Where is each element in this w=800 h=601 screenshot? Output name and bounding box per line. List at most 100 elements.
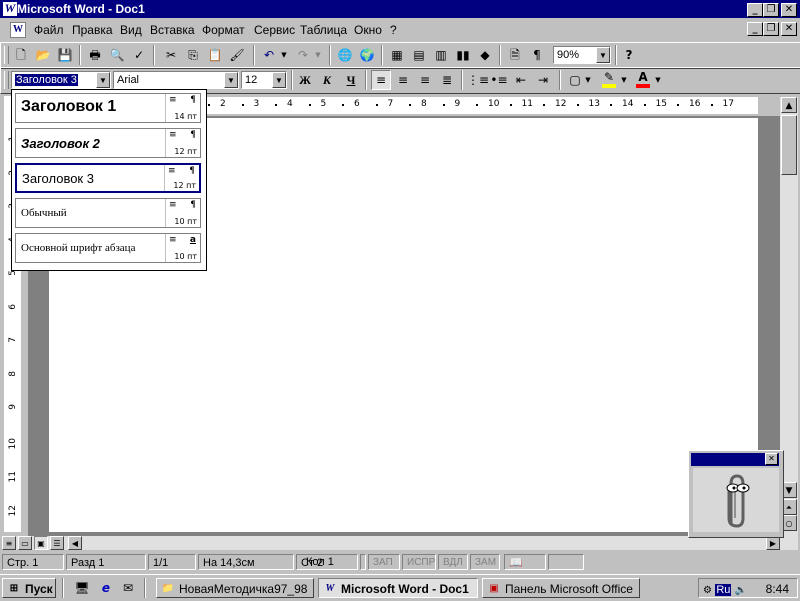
web-toolbar-icon[interactable]: 🌍 (357, 45, 377, 65)
office-assistant[interactable]: ✕ (688, 450, 784, 538)
justify-icon[interactable]: ≣ (437, 70, 457, 90)
open-folder-icon[interactable]: 📂 (33, 45, 53, 65)
scroll-up-icon[interactable]: ▲ (781, 97, 797, 113)
format-painter-icon[interactable]: 🖌 (227, 45, 247, 65)
menu-view[interactable]: Вид (120, 23, 142, 37)
help-icon[interactable]: ? (619, 45, 639, 65)
borders-icon[interactable]: ▢ (565, 70, 585, 90)
scroll-thumb[interactable] (781, 115, 797, 175)
columns-icon[interactable]: ▮▮ (453, 45, 473, 65)
paperclip-icon[interactable] (693, 468, 779, 532)
tray-icon[interactable]: ⚙ (703, 585, 712, 596)
drawing-icon[interactable]: ◆ (475, 45, 495, 65)
task-office-panel[interactable]: ▣ Панель Microsoft Office (482, 578, 640, 598)
redo-icon[interactable]: ↷ (293, 45, 313, 65)
menu-help[interactable]: ? (390, 23, 397, 37)
cut-icon[interactable]: ✂ (161, 45, 181, 65)
toolbar-grip[interactable] (4, 71, 9, 89)
doc-close-button[interactable]: ✕ (781, 22, 797, 36)
minimize-button[interactable]: _ (747, 3, 763, 17)
zoom-combo[interactable]: 90% ▼ (553, 46, 611, 64)
numbered-list-icon[interactable]: ⋮≡ (467, 70, 489, 90)
internet-explorer-icon[interactable]: e (96, 578, 116, 598)
menu-tools[interactable]: Сервис (254, 23, 295, 37)
status-ovr[interactable]: ЗАМ (470, 554, 500, 570)
align-center-icon[interactable]: ≡ (393, 70, 413, 90)
style-item-heading3[interactable]: Заголовок 3 ≡ ¶ 12 пт (15, 163, 201, 193)
menu-insert[interactable]: Вставка (150, 23, 195, 37)
borders-dropdown-icon[interactable]: ▼ (583, 70, 593, 90)
zoom-dropdown-icon[interactable]: ▼ (596, 47, 610, 63)
undo-dropdown-icon[interactable]: ▼ (279, 45, 289, 65)
show-desktop-icon[interactable]: 🖥 (72, 578, 92, 598)
document-icon[interactable]: W (10, 22, 26, 38)
font-combo[interactable]: Arial ▼ (113, 71, 239, 89)
style-item-normal[interactable]: Обычный ≡ ¶ 10 пт (15, 198, 201, 228)
size-combo[interactable]: 12 ▼ (241, 71, 287, 89)
horizontal-ruler[interactable]: 2 3 4 5 6 7 8 9 10 11 12 13 14 15 16 17 (205, 97, 758, 114)
assistant-close-icon[interactable]: ✕ (765, 453, 778, 465)
show-hide-paragraph-icon[interactable]: ¶ (527, 45, 547, 65)
restore-button[interactable]: ❐ (763, 3, 779, 17)
menu-table[interactable]: Таблица (300, 23, 347, 37)
new-document-icon[interactable]: 🗋 (11, 45, 31, 65)
close-button[interactable]: ✕ (781, 3, 797, 17)
outlook-icon[interactable]: ✉ (118, 578, 138, 598)
align-left-icon[interactable]: ≡ (371, 70, 391, 90)
align-right-icon[interactable]: ≡ (415, 70, 435, 90)
italic-button[interactable]: К (317, 70, 337, 90)
size-dropdown-icon[interactable]: ▼ (272, 72, 286, 88)
task-word[interactable]: W Microsoft Word - Doc1 (318, 578, 478, 598)
status-ext[interactable]: ВДЛ (438, 554, 468, 570)
menu-edit[interactable]: Правка (72, 23, 113, 37)
start-button[interactable]: ⊞ Пуск (2, 578, 56, 598)
menu-format[interactable]: Формат (202, 23, 245, 37)
highlight-dropdown-icon[interactable]: ▼ (619, 70, 629, 90)
doc-restore-button[interactable]: ❐ (763, 22, 779, 36)
status-trk[interactable]: ИСПР (402, 554, 436, 570)
highlight-icon[interactable]: ✎ (599, 70, 619, 90)
increase-indent-icon[interactable]: ⇥ (533, 70, 553, 90)
undo-icon[interactable]: ↶ (259, 45, 279, 65)
font-color-dropdown-icon[interactable]: ▼ (653, 70, 663, 90)
menu-file[interactable]: Файл (34, 23, 64, 37)
page-layout-view-icon[interactable]: ▣ (34, 536, 48, 550)
spelling-status-icon[interactable]: 📖 (504, 554, 546, 570)
style-item-default-paragraph-font[interactable]: Основной шрифт абзаца ≡ a 10 пт (15, 233, 201, 263)
insert-excel-icon[interactable]: ▥ (431, 45, 451, 65)
style-combo[interactable]: Заголовок 3 ▼ (11, 71, 111, 89)
status-rec[interactable]: ЗАП (368, 554, 400, 570)
print-preview-icon[interactable]: 🔍 (107, 45, 127, 65)
insert-hyperlink-icon[interactable]: 🌐 (335, 45, 355, 65)
style-item-heading1[interactable]: Заголовок 1 ≡ ¶ 14 пт (15, 93, 201, 123)
spelling-icon[interactable]: ✓ (129, 45, 149, 65)
volume-icon[interactable]: 🔈 (735, 585, 747, 596)
horizontal-scrollbar[interactable]: ≡ ▭ ▣ ☰ ◀ ▶ (2, 536, 798, 550)
document-map-icon[interactable]: 🗎 (505, 45, 525, 65)
font-color-icon[interactable]: A (633, 70, 653, 90)
toolbar-grip[interactable] (4, 46, 9, 64)
doc-minimize-button[interactable]: _ (747, 22, 763, 36)
language-indicator[interactable]: Ru (715, 584, 732, 596)
underline-button[interactable]: Ч (341, 70, 361, 90)
redo-dropdown-icon[interactable]: ▼ (313, 45, 323, 65)
word-app-icon[interactable]: W (2, 1, 18, 17)
bulleted-list-icon[interactable]: •≡ (489, 70, 509, 90)
tables-borders-icon[interactable]: ▦ (387, 45, 407, 65)
scroll-left-icon[interactable]: ◀ (68, 536, 82, 550)
menu-window[interactable]: Окно (354, 23, 382, 37)
save-icon[interactable]: 💾 (55, 45, 75, 65)
scroll-right-icon[interactable]: ▶ (766, 536, 780, 550)
print-icon[interactable]: 🖶 (85, 45, 105, 65)
outline-view-icon[interactable]: ☰ (50, 536, 64, 550)
task-folder[interactable]: 📁 НоваяМетодичка97_98 (156, 578, 314, 598)
style-item-heading2[interactable]: Заголовок 2 ≡ ¶ 12 пт (15, 128, 201, 158)
normal-view-icon[interactable]: ≡ (2, 536, 16, 550)
bold-button[interactable]: Ж (295, 70, 315, 90)
style-dropdown-icon[interactable]: ▼ (96, 72, 110, 88)
clock[interactable]: 8:44 (766, 579, 789, 597)
paste-icon[interactable]: 📋 (205, 45, 225, 65)
decrease-indent-icon[interactable]: ⇤ (511, 70, 531, 90)
copy-icon[interactable]: ⎘ (183, 45, 203, 65)
online-view-icon[interactable]: ▭ (18, 536, 32, 550)
